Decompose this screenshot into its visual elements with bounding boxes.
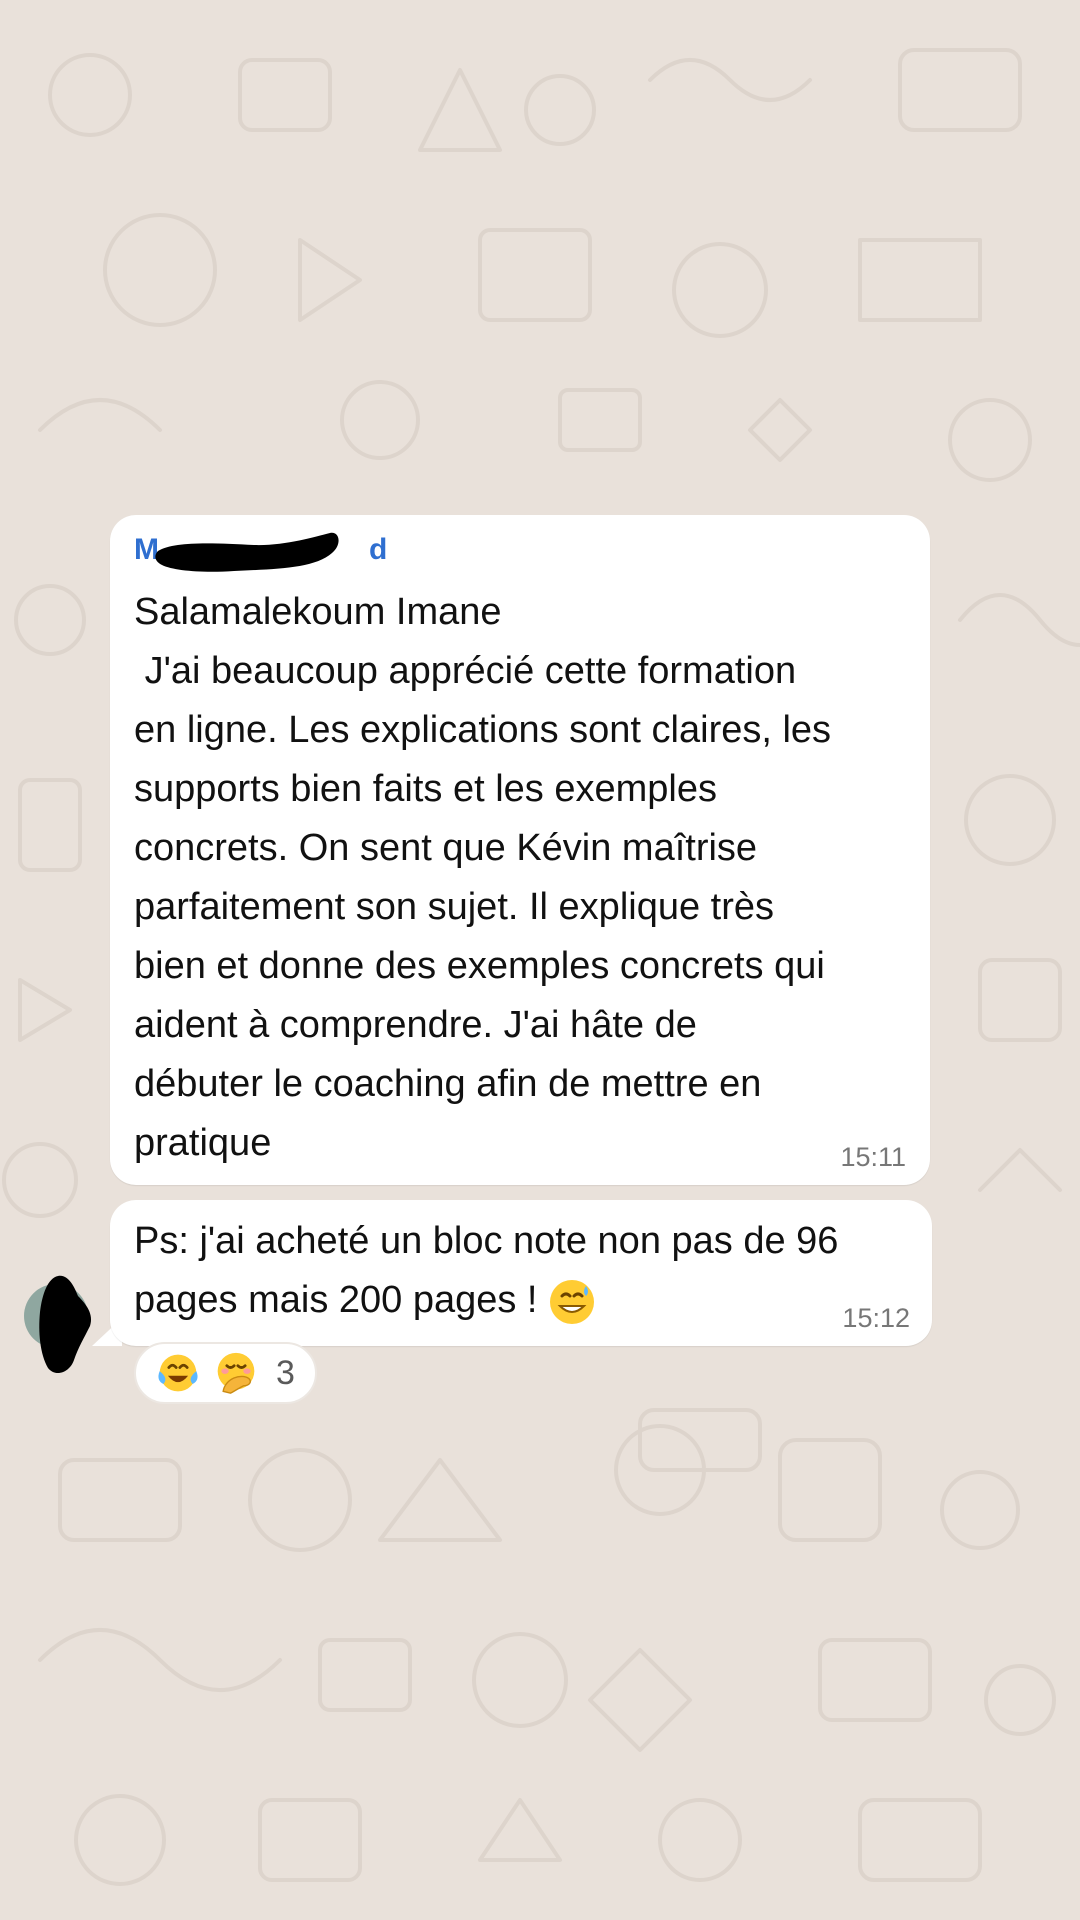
tears-of-joy-face-icon (158, 1354, 198, 1392)
reaction-count: 3 (276, 1353, 295, 1392)
grinning-sweat-face-icon (550, 1279, 595, 1324)
message-text: Ps: j'ai acheté un bloc note non pas de … (134, 1212, 924, 1330)
message-text: Salamalekoum Imane J'ai beaucoup appréci… (134, 591, 832, 1164)
message-bubble[interactable]: Ps: j'ai acheté un bloc note non pas de … (110, 1200, 932, 1346)
sender-avatar[interactable] (18, 1268, 102, 1378)
message-time: 15:11 (840, 1142, 906, 1172)
chat-area: Md Salamalekoum Imane J'ai beaucoup appr… (0, 0, 1080, 1920)
redaction-mark (155, 532, 339, 572)
message-time: 15:12 (842, 1303, 910, 1333)
reactions-pill[interactable]: 3 (134, 1342, 317, 1404)
face-with-hand-over-mouth-icon (217, 1352, 255, 1394)
message-bubble[interactable]: Md Salamalekoum Imane J'ai beaucoup appr… (110, 515, 930, 1185)
